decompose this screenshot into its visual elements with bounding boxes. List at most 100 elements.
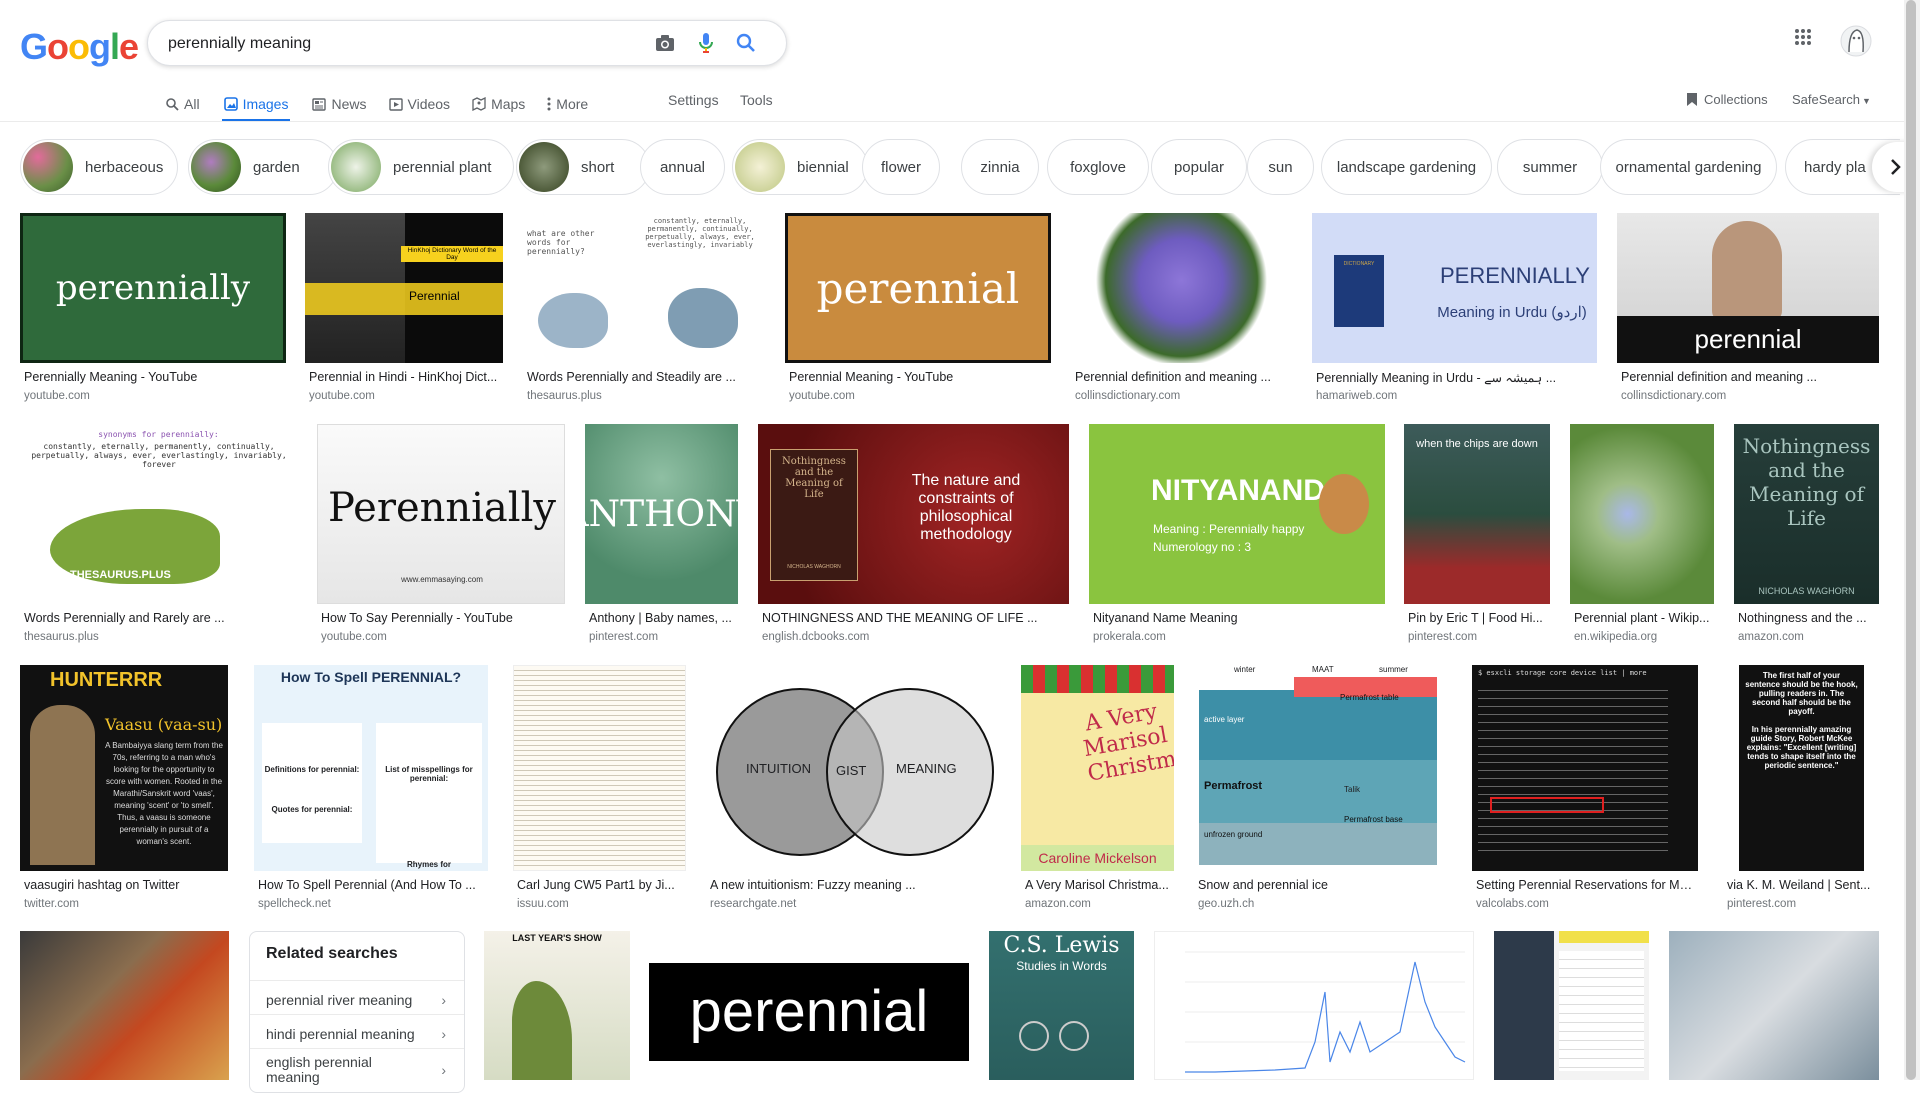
image-result[interactable]: $ esxcli storage core device list | more… (1472, 665, 1698, 913)
related-searches-panel: Related searches perennial river meaning… (249, 931, 465, 1093)
result-domain: pinterest.com (1408, 631, 1478, 643)
image-result[interactable]: C.S. Lewis Studies in Words (989, 931, 1134, 1080)
image-result[interactable]: Nothingness and the Meaning of Life NICH… (758, 424, 1069, 646)
chip-perennial-plant[interactable]: perennial plant (328, 139, 514, 195)
chip-garden[interactable]: garden (188, 139, 338, 195)
image-result[interactable]: perennial Perennial Meaning - YouTube yo… (785, 213, 1051, 403)
search-input[interactable] (166, 30, 630, 58)
result-domain: youtube.com (24, 390, 90, 402)
result-domain: researchgate.net (710, 898, 797, 910)
image-result[interactable]: what are other words for perennially? co… (523, 213, 765, 403)
chip-biennial[interactable]: biennial (732, 139, 868, 195)
chip-annual[interactable]: annual (640, 139, 725, 195)
result-domain: collinsdictionary.com (1075, 390, 1181, 402)
image-result[interactable] (1669, 931, 1879, 1080)
result-thumbnail: when the chips are down (1404, 424, 1550, 604)
chip-thumbnail (23, 142, 73, 192)
camera-icon[interactable] (653, 31, 677, 55)
chip-summer[interactable]: summer (1497, 139, 1603, 195)
tab-more[interactable]: More (547, 88, 588, 120)
result-domain: amazon.com (1738, 631, 1804, 643)
chip-short[interactable]: short (516, 139, 650, 195)
chip-foxglove[interactable]: foxglove (1047, 139, 1149, 195)
tab-maps[interactable]: Maps (472, 88, 525, 120)
image-result[interactable] (1154, 931, 1474, 1080)
search-icon[interactable] (734, 31, 758, 55)
result-thumbnail (1154, 931, 1474, 1080)
tab-news[interactable]: News (312, 88, 367, 120)
result-title: NOTHINGNESS AND THE MEANING OF LIFE ... (762, 611, 1038, 625)
result-title: A new intuitionism: Fuzzy meaning ... (710, 878, 916, 892)
result-title: vaasugiri hashtag on Twitter (24, 878, 180, 892)
result-title: Snow and perennial ice (1198, 878, 1328, 892)
image-result[interactable]: Perennial definition and meaning ... col… (1071, 213, 1292, 403)
result-thumbnail: LAST YEAR'S SHOW (484, 931, 630, 1080)
image-result[interactable]: active layer Permafrost Permafrost table… (1194, 665, 1442, 913)
image-result[interactable] (1494, 931, 1649, 1080)
apps-grid-icon[interactable] (1794, 28, 1812, 51)
result-domain: youtube.com (789, 390, 855, 402)
image-result[interactable]: DICTIONARY PERENNIALLY Meaning in Urdu (… (1312, 213, 1597, 403)
image-result[interactable]: INTUITION GIST MEANING A new intuitionis… (706, 665, 1001, 913)
chip-label: garden (253, 158, 300, 176)
related-search-item[interactable]: english perennial meaning › (266, 1055, 446, 1085)
result-thumbnail: perennial (1617, 213, 1879, 363)
result-thumbnail: active layer Permafrost Permafrost table… (1194, 665, 1442, 871)
tab-videos[interactable]: Videos (388, 88, 450, 120)
tab-all[interactable]: All (166, 88, 200, 120)
chip-landscape-gardening[interactable]: landscape gardening (1321, 139, 1492, 195)
result-thumbnail: The first half of your sentence should b… (1723, 665, 1880, 871)
chip-zinnia[interactable]: zinnia (961, 139, 1039, 195)
safesearch-dropdown[interactable]: SafeSearch ▼ (1792, 92, 1871, 107)
result-domain: collinsdictionary.com (1621, 390, 1727, 402)
image-result[interactable]: Perennial plant - Wikip... en.wikipedia.… (1570, 424, 1714, 646)
result-thumbnail: $ esxcli storage core device list | more (1472, 665, 1698, 871)
search-tabs: All Images News Videos Maps More (166, 88, 610, 122)
image-result[interactable]: Carl Jung CW5 Part1 by Ji... issuu.com (513, 665, 686, 913)
result-thumbnail (1570, 424, 1714, 604)
tab-label: More (556, 96, 589, 112)
search-box (147, 20, 787, 66)
image-result[interactable]: LAST YEAR'S SHOW (484, 931, 630, 1080)
google-logo[interactable]: Google (20, 26, 139, 68)
related-search-item[interactable]: hindi perennial meaning › (266, 1026, 446, 1042)
chip-sun[interactable]: sun (1247, 139, 1314, 195)
settings-link[interactable]: Settings (668, 92, 719, 108)
image-result[interactable]: How To Spell PERENNIAL? Definitions for … (254, 665, 488, 913)
result-domain: thesaurus.plus (24, 631, 99, 643)
image-result[interactable]: The first half of your sentence should b… (1723, 665, 1880, 913)
chip-flower[interactable]: flower (862, 139, 940, 195)
image-result[interactable]: HUNTERRR Vaasu (vaa-su) A Bambaiyya slan… (20, 665, 228, 913)
chip-label: popular (1173, 158, 1225, 176)
tab-images[interactable]: Images (221, 88, 291, 122)
image-result[interactable]: perennial Perennial definition and meani… (1617, 213, 1879, 403)
image-result[interactable]: ANTHONY Anthony | Baby names, ... pinter… (585, 424, 738, 646)
image-result[interactable]: Perennially www.emmasaying.com How To Sa… (317, 424, 565, 646)
chip-label: foxglove (1070, 158, 1126, 176)
result-thumbnail: synonyms for perennially: constantly, et… (20, 424, 297, 604)
result-thumbnail: DICTIONARY PERENNIALLY Meaning in Urdu (… (1312, 213, 1597, 363)
avatar[interactable] (1840, 24, 1872, 65)
result-domain: english.dcbooks.com (762, 631, 870, 643)
image-result[interactable]: perennial (649, 931, 969, 1080)
scrollbar-thumb[interactable] (1906, 0, 1916, 1080)
image-result[interactable]: HinKhoj Dictionary Word of the Day Peren… (305, 213, 503, 403)
chip-herbaceous[interactable]: herbaceous (20, 139, 178, 195)
image-result[interactable]: when the chips are down Pin by Eric T | … (1404, 424, 1550, 646)
microphone-icon[interactable] (694, 31, 718, 55)
chip-popular[interactable]: popular (1151, 139, 1247, 195)
result-title: Perennial in Hindi - HinKhoj Dict... (309, 370, 498, 384)
image-result[interactable]: perennially Perennially Meaning - YouTub… (20, 213, 286, 403)
tools-link[interactable]: Tools (740, 92, 773, 108)
image-result[interactable]: synonyms for perennially: constantly, et… (20, 424, 297, 646)
image-result[interactable]: NITYANAND Meaning : Perennially happy Nu… (1089, 424, 1385, 646)
result-thumbnail: NITYANAND Meaning : Perennially happy Nu… (1089, 424, 1385, 604)
image-result[interactable] (20, 931, 229, 1080)
image-result[interactable]: A Very Marisol Christmas Caroline Mickel… (1021, 665, 1174, 913)
related-searches-heading: Related searches (266, 945, 398, 962)
related-search-item[interactable]: perennial river meaning › (266, 992, 446, 1008)
collections-link[interactable]: Collections (1686, 92, 1768, 107)
image-result[interactable]: Nothingness and the Meaning of Life NICH… (1734, 424, 1879, 646)
result-title: A Very Marisol Christma... (1025, 878, 1169, 892)
chip-ornamental-gardening[interactable]: ornamental gardening (1600, 139, 1777, 195)
